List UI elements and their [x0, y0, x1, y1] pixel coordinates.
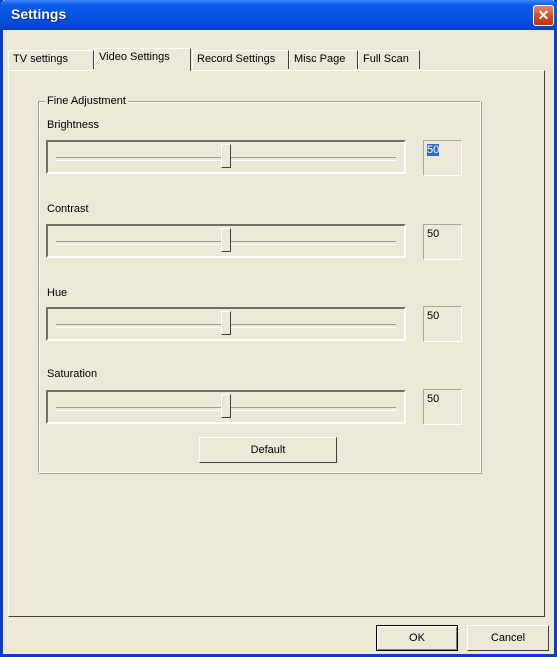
saturation-value: 50 [427, 393, 440, 405]
tab-tv-settings[interactable]: TV settings [8, 50, 94, 69]
window-title: Settings [11, 6, 67, 22]
tab-video-settings[interactable]: Video Settings [94, 48, 191, 71]
tab-record-settings[interactable]: Record Settings [192, 50, 289, 69]
close-icon[interactable]: ✕ [533, 5, 554, 26]
contrast-value-field[interactable]: 50 [423, 224, 462, 260]
hue-value: 50 [427, 310, 440, 322]
saturation-slider-thumb[interactable] [221, 394, 231, 418]
contrast-slider[interactable] [46, 224, 406, 258]
contrast-label: Contrast [47, 203, 89, 215]
default-button[interactable]: Default [199, 437, 337, 463]
hue-slider-thumb[interactable] [221, 311, 231, 335]
title-bar[interactable]: Settings ✕ [0, 0, 557, 30]
ok-button[interactable]: OK [376, 625, 458, 651]
tab-misc-page[interactable]: Misc Page [289, 50, 358, 69]
brightness-slider-thumb[interactable] [221, 144, 231, 168]
fine-adjustment-label: Fine Adjustment [45, 95, 128, 107]
contrast-value: 50 [427, 228, 440, 240]
tab-full-scan[interactable]: Full Scan [358, 50, 420, 69]
saturation-value-field[interactable]: 50 [423, 389, 462, 425]
saturation-label: Saturation [47, 368, 98, 380]
contrast-slider-thumb[interactable] [221, 228, 231, 252]
saturation-slider[interactable] [46, 390, 406, 424]
brightness-value-field[interactable]: 50 [423, 140, 462, 176]
hue-slider[interactable] [46, 307, 406, 341]
hue-value-field[interactable]: 50 [423, 306, 462, 342]
cancel-button[interactable]: Cancel [467, 625, 549, 651]
brightness-label: Brightness [47, 119, 99, 131]
brightness-slider[interactable] [46, 140, 406, 174]
hue-label: Hue [47, 287, 68, 299]
brightness-value: 50 [427, 144, 440, 156]
